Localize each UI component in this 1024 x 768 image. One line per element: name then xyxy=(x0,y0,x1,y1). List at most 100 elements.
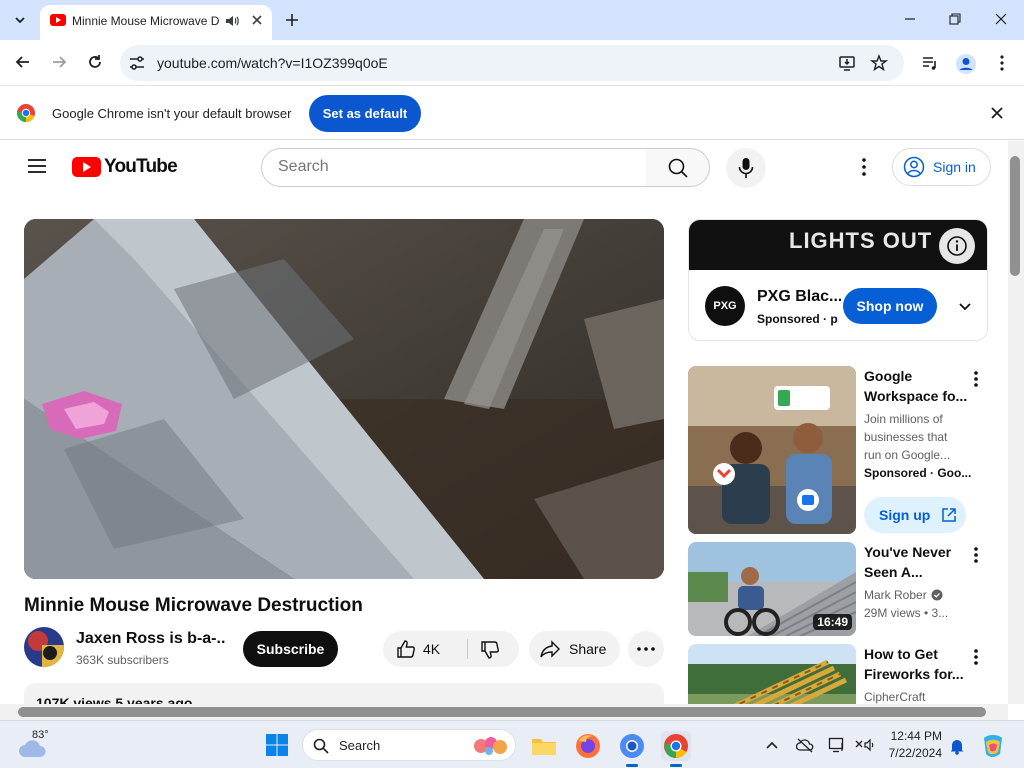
chevron-up-icon[interactable] xyxy=(765,739,779,751)
horizontal-scroll-thumb[interactable] xyxy=(18,707,986,717)
video-frame xyxy=(24,219,664,579)
youtube-masthead: YouTube Sign in xyxy=(0,141,1008,193)
search-highlight-icon xyxy=(474,737,507,755)
media-controls-icon[interactable] xyxy=(920,53,940,73)
views-and-date: 107K views 5 years ago xyxy=(36,695,193,704)
taskbar-search[interactable]: Search xyxy=(302,729,516,761)
horizontal-scrollbar[interactable] xyxy=(0,704,1008,720)
horizontal-dots-icon xyxy=(637,647,655,651)
sign-in-button[interactable]: Sign in xyxy=(892,148,991,186)
sign-up-button[interactable]: Sign up xyxy=(864,497,966,533)
subscribe-button[interactable]: Subscribe xyxy=(243,631,338,667)
restore-icon[interactable] xyxy=(948,12,962,26)
video-player[interactable] xyxy=(24,219,664,579)
set-as-default-button[interactable]: Set as default xyxy=(309,95,421,132)
video-stats: 29M views • 3... xyxy=(864,606,949,620)
vertical-scroll-thumb[interactable] xyxy=(1010,156,1020,276)
network-volume-icon[interactable] xyxy=(854,737,876,753)
like-divider xyxy=(467,639,468,659)
sponsored-ad-card[interactable]: LIGHTS OUT PXG PXG Blac... Sponsored · p… xyxy=(688,219,988,341)
forward-arrow-icon[interactable] xyxy=(49,52,69,72)
taskbar-chrome-profile[interactable] xyxy=(617,731,647,767)
vertical-scrollbar[interactable] xyxy=(1008,141,1024,704)
recommendation-item[interactable]: How to Get Fireworks for... CipherCraft xyxy=(688,644,988,704)
search-box[interactable] xyxy=(261,148,647,187)
profile-icon[interactable] xyxy=(955,53,977,75)
youtube-play-icon xyxy=(72,157,101,177)
copilot-icon[interactable] xyxy=(980,734,1006,758)
close-window-icon[interactable] xyxy=(994,12,1008,26)
verified-icon xyxy=(931,589,943,601)
channel-name[interactable]: CipherCraft xyxy=(864,688,925,704)
windows-start-icon[interactable] xyxy=(265,733,289,757)
display-icon[interactable] xyxy=(828,737,846,753)
folder-icon xyxy=(532,739,556,755)
close-tab-icon[interactable] xyxy=(250,13,264,27)
channel-row: Mark Rober xyxy=(864,586,943,604)
ad-banner-text: LIGHTS OUT xyxy=(789,228,933,253)
new-tab-icon[interactable] xyxy=(282,10,302,30)
tab-title: Minnie Mouse Microwave D xyxy=(72,14,220,28)
share-button[interactable]: Share xyxy=(529,631,620,667)
video-duration: 16:49 xyxy=(813,614,852,630)
clock[interactable]: 12:44 PM 7/22/2024 xyxy=(884,728,942,762)
reload-icon[interactable] xyxy=(85,52,105,72)
tab-search-button[interactable] xyxy=(8,8,32,32)
more-actions-button[interactable] xyxy=(628,631,664,667)
more-options-icon[interactable] xyxy=(972,546,980,564)
like-button[interactable]: 4K xyxy=(383,631,467,667)
channel-name[interactable]: Jaxen Ross is b-a-... xyxy=(76,630,226,648)
shop-now-button[interactable]: Shop now xyxy=(843,288,937,324)
firefox-icon xyxy=(576,734,600,758)
address-bar[interactable]: youtube.com/watch?v=I1OZ399q0oE xyxy=(120,45,904,81)
taskbar-search-label: Search xyxy=(339,738,381,753)
clock-time: 12:44 PM xyxy=(890,729,942,743)
default-browser-infobar: Google Chrome isn't your default browser… xyxy=(0,87,1024,140)
search-icon xyxy=(668,158,688,178)
recommendation-title[interactable]: Google Workspace fo... xyxy=(864,366,968,406)
bookmark-star-icon[interactable] xyxy=(870,54,888,72)
recommendation-item[interactable]: Google Workspace fo... Join millions of … xyxy=(688,366,988,536)
microphone-icon xyxy=(738,158,754,178)
taskbar-file-explorer[interactable] xyxy=(529,731,559,761)
ad-info-button[interactable] xyxy=(939,228,975,264)
weather-widget[interactable]: 83° xyxy=(18,727,49,761)
voice-search-button[interactable] xyxy=(726,148,766,188)
site-info-icon[interactable] xyxy=(128,55,146,71)
thumbnail[interactable] xyxy=(688,366,856,534)
menu-icon[interactable] xyxy=(26,157,48,175)
recommendation-item[interactable]: 16:49 You've Never Seen A... Mark Rober … xyxy=(688,542,988,638)
notification-bell-icon[interactable] xyxy=(949,737,965,755)
active-tab[interactable]: Minnie Mouse Microwave D xyxy=(40,5,272,40)
chrome-logo-icon xyxy=(17,104,35,123)
minimize-icon[interactable] xyxy=(903,12,917,26)
youtube-wordmark: YouTube xyxy=(104,156,178,177)
like-dislike-group: 4K xyxy=(383,631,519,667)
channel-name[interactable]: Mark Rober xyxy=(864,586,927,604)
thumbnail[interactable]: 16:49 xyxy=(688,542,856,636)
more-options-icon[interactable] xyxy=(972,370,980,388)
chrome-menu-icon[interactable] xyxy=(992,53,1012,73)
back-arrow-icon[interactable] xyxy=(13,52,33,72)
more-options-icon[interactable] xyxy=(972,648,980,666)
settings-kebab-icon[interactable] xyxy=(856,157,872,177)
recommendation-title[interactable]: How to Get Fireworks for... xyxy=(864,644,968,684)
cloud-offline-icon[interactable] xyxy=(796,737,814,753)
url-text[interactable]: youtube.com/watch?v=I1OZ399q0oE xyxy=(157,55,388,71)
channel-avatar[interactable] xyxy=(24,627,64,667)
description-box[interactable]: 107K views 5 years ago xyxy=(24,683,664,704)
youtube-logo[interactable]: YouTube xyxy=(72,156,178,178)
taskbar-chrome[interactable] xyxy=(661,731,691,767)
close-infobar-icon[interactable] xyxy=(989,105,1005,121)
youtube-favicon-icon xyxy=(50,14,66,26)
thumbnail[interactable] xyxy=(688,644,856,704)
install-app-icon[interactable] xyxy=(838,54,856,72)
speaker-icon[interactable] xyxy=(224,13,240,29)
chevron-down-icon[interactable] xyxy=(957,298,973,314)
windows-taskbar: 83° Search 12:44 PM 7/22/2024 xyxy=(0,720,1024,768)
search-input[interactable] xyxy=(278,158,628,176)
taskbar-firefox[interactable] xyxy=(573,731,603,761)
search-button[interactable] xyxy=(646,148,710,187)
recommendation-title[interactable]: You've Never Seen A... xyxy=(864,542,968,582)
thumbs-down-icon[interactable] xyxy=(479,639,501,661)
